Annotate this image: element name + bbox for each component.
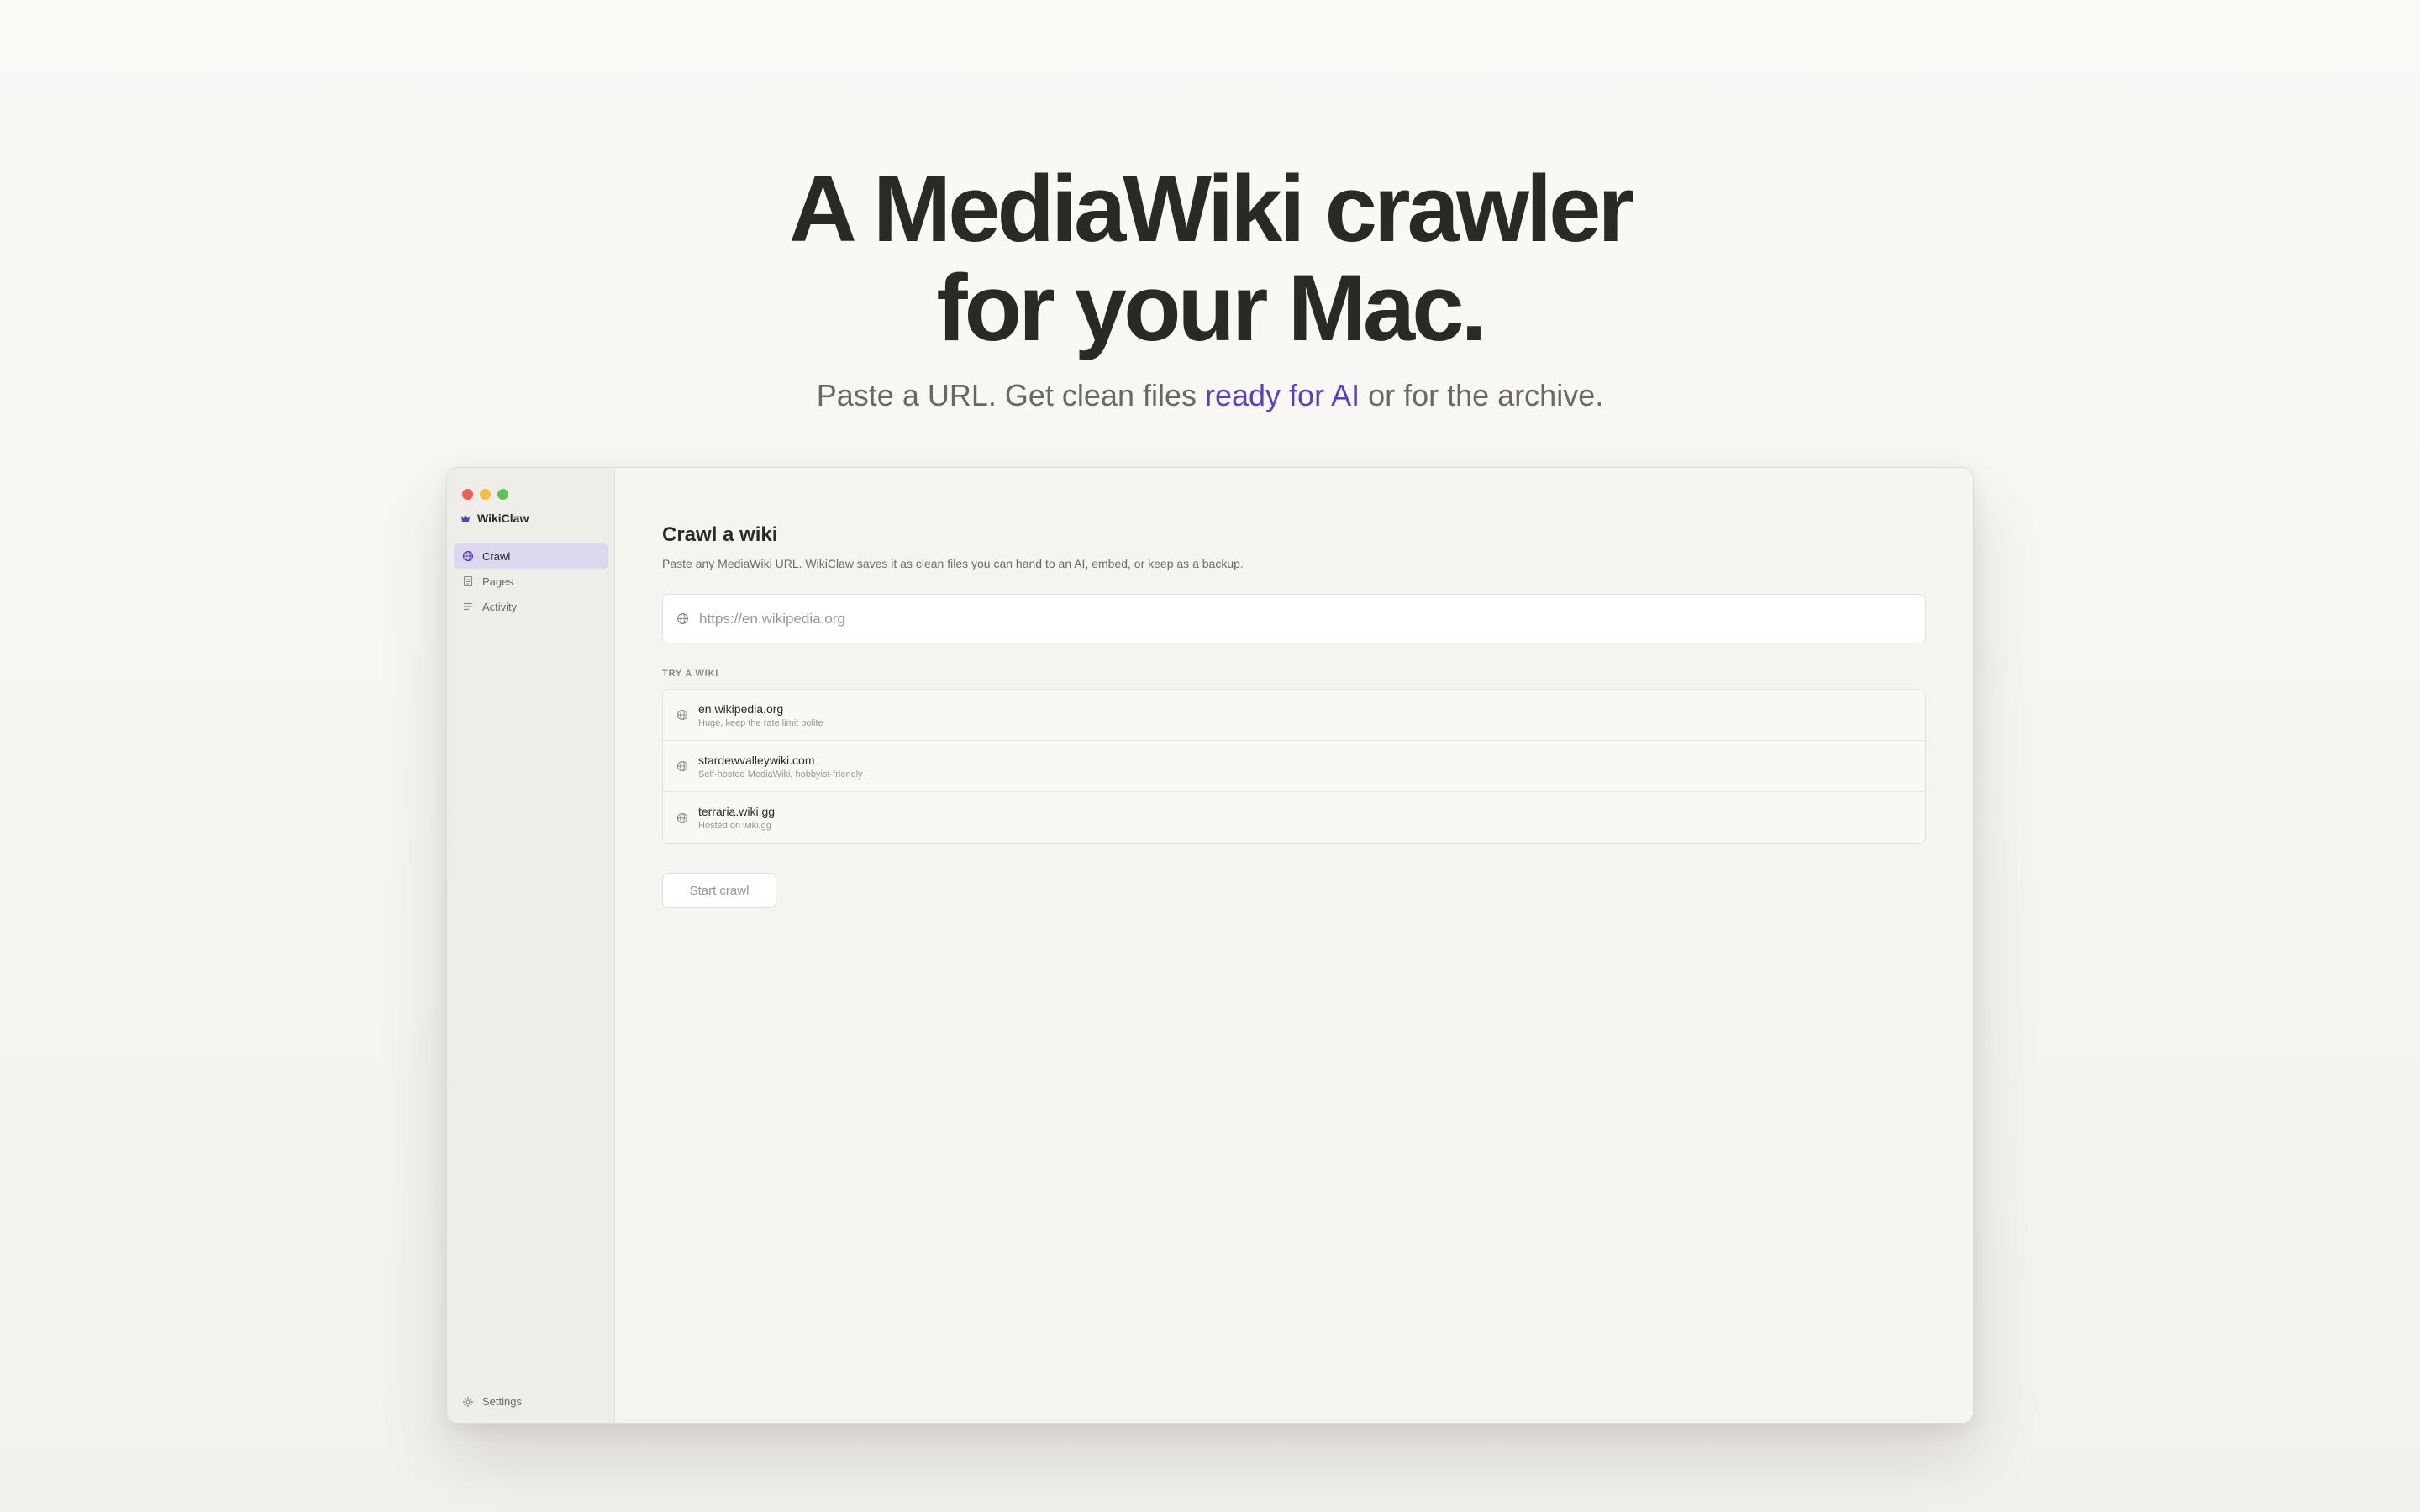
wiki-note: Self-hosted MediaWiki, hobbyist-friendly bbox=[698, 769, 863, 780]
start-crawl-button[interactable]: Start crawl bbox=[662, 873, 776, 908]
hero-subtitle-after: or for the archive. bbox=[1360, 378, 1604, 412]
minimize-window-button[interactable] bbox=[480, 489, 491, 500]
hero: A MediaWiki crawler for your Mac. Paste … bbox=[0, 160, 2420, 415]
suggested-wiki-item[interactable]: en.wikipedia.org Huge, keep the rate lim… bbox=[663, 690, 1925, 741]
sidebar-item-crawl[interactable]: Crawl bbox=[454, 543, 608, 569]
hero-subtitle: Paste a URL. Get clean files ready for A… bbox=[0, 376, 2420, 415]
globe-icon bbox=[462, 550, 474, 562]
wiki-name: terraria.wiki.gg bbox=[698, 805, 776, 818]
sidebar-nav: Crawl Pages Activity bbox=[454, 543, 608, 619]
sidebar-item-label: Pages bbox=[482, 575, 513, 588]
zoom-window-button[interactable] bbox=[497, 489, 508, 500]
gear-icon bbox=[462, 1396, 474, 1408]
wiki-text: stardewvalleywiki.com Self-hosted MediaW… bbox=[698, 753, 863, 780]
hero-title-line1: A MediaWiki crawler bbox=[789, 156, 1634, 261]
globe-icon bbox=[676, 760, 688, 772]
hero-title-line2: for your Mac. bbox=[936, 255, 1486, 360]
wiki-note: Huge, keep the rate limit polite bbox=[698, 717, 823, 728]
suggested-wiki-item[interactable]: terraria.wiki.gg Hosted on wiki.gg bbox=[663, 792, 1925, 843]
page-description: Paste any MediaWiki URL. WikiClaw saves … bbox=[662, 557, 1244, 570]
globe-icon bbox=[676, 812, 688, 824]
document-icon bbox=[462, 575, 474, 587]
wiki-note: Hosted on wiki.gg bbox=[698, 821, 771, 831]
window-controls bbox=[462, 489, 508, 500]
sidebar-item-pages[interactable]: Pages bbox=[454, 569, 608, 594]
url-field[interactable] bbox=[662, 594, 1926, 643]
app-name: WikiClaw bbox=[477, 512, 529, 525]
main-panel: Crawl a wiki Paste any MediaWiki URL. Wi… bbox=[615, 468, 1973, 1423]
hero-title: A MediaWiki crawler for your Mac. bbox=[0, 160, 2420, 358]
suggested-wiki-list: en.wikipedia.org Huge, keep the rate lim… bbox=[662, 689, 1926, 844]
wiki-name: en.wikipedia.org bbox=[698, 701, 784, 716]
hero-subtitle-before: Paste a URL. Get clean files bbox=[816, 378, 1205, 412]
wiki-text: terraria.wiki.gg Hosted on wiki.gg bbox=[698, 805, 775, 831]
app-window: WikiClaw Crawl Pages Activity Settings C… bbox=[446, 467, 1974, 1424]
url-input[interactable] bbox=[699, 610, 1925, 627]
settings-label: Settings bbox=[482, 1395, 522, 1408]
globe-icon bbox=[676, 612, 689, 625]
list-icon bbox=[462, 601, 474, 612]
hero-subtitle-accent: ready for AI bbox=[1204, 378, 1360, 412]
suggested-wiki-item[interactable]: stardewvalleywiki.com Self-hosted MediaW… bbox=[663, 741, 1925, 792]
close-window-button[interactable] bbox=[462, 489, 473, 500]
crown-icon bbox=[460, 513, 471, 523]
page-title: Crawl a wiki bbox=[662, 523, 778, 546]
sidebar-item-label: Crawl bbox=[482, 549, 511, 563]
sidebar-item-settings[interactable]: Settings bbox=[462, 1395, 522, 1408]
sidebar: WikiClaw Crawl Pages Activity Settings bbox=[447, 468, 615, 1423]
sidebar-item-activity[interactable]: Activity bbox=[454, 594, 608, 619]
wiki-name: stardewvalleywiki.com bbox=[698, 753, 815, 767]
wiki-text: en.wikipedia.org Huge, keep the rate lim… bbox=[698, 702, 823, 728]
globe-icon bbox=[676, 709, 688, 721]
try-wiki-heading: TRY A WIKI bbox=[662, 669, 719, 679]
app-brand: WikiClaw bbox=[460, 512, 529, 525]
sidebar-item-label: Activity bbox=[482, 600, 518, 613]
